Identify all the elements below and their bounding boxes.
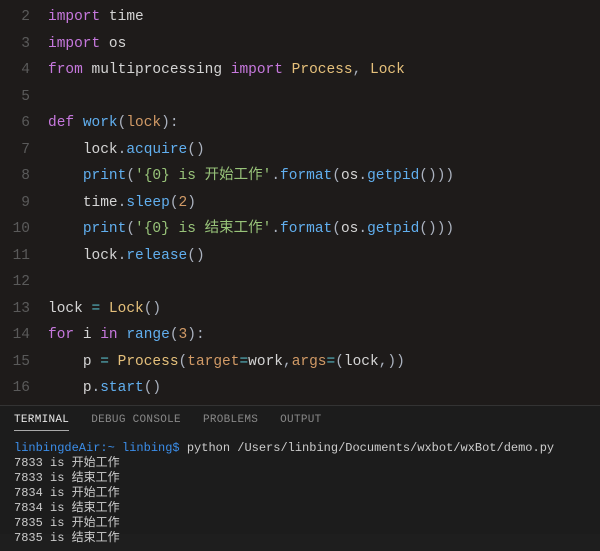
panel-tab-output[interactable]: OUTPUT: [280, 414, 321, 431]
code-line[interactable]: 8 print('{0} is 开始工作'.format(os.getpid()…: [0, 163, 600, 190]
code-content[interactable]: lock.acquire(): [48, 137, 205, 164]
code-content[interactable]: import os: [48, 31, 126, 58]
panel-tab-problems[interactable]: PROBLEMS: [203, 414, 258, 431]
line-number: 4: [0, 57, 48, 84]
code-line[interactable]: 3import os: [0, 31, 600, 58]
terminal-line: 7835 is 结束工作: [14, 531, 586, 546]
panel-tabs: TERMINAL DEBUG CONSOLE PROBLEMS OUTPUT: [0, 406, 600, 437]
prompt-command: python /Users/linbing/Documents/wxbot/wx…: [180, 441, 554, 455]
line-number: 10: [0, 216, 48, 243]
code-line[interactable]: 11 lock.release(): [0, 243, 600, 270]
code-content[interactable]: time.sleep(2): [48, 190, 196, 217]
code-content[interactable]: def work(lock):: [48, 110, 179, 137]
line-number: 12: [0, 269, 48, 296]
terminal-line: 7834 is 开始工作: [14, 486, 586, 501]
code-line[interactable]: 16 p.start(): [0, 375, 600, 402]
code-editor[interactable]: 2import time3import os4from multiprocess…: [0, 0, 600, 405]
line-number: 16: [0, 375, 48, 402]
line-number: 9: [0, 190, 48, 217]
terminal-line: 7835 is 开始工作: [14, 516, 586, 531]
code-line[interactable]: 2import time: [0, 4, 600, 31]
line-number: 14: [0, 322, 48, 349]
code-line[interactable]: 13lock = Lock(): [0, 296, 600, 323]
code-line[interactable]: 14for i in range(3):: [0, 322, 600, 349]
code-content[interactable]: p = Process(target=work,args=(lock,)): [48, 349, 405, 376]
panel-tab-terminal[interactable]: TERMINAL: [14, 414, 69, 431]
code-content[interactable]: lock = Lock(): [48, 296, 161, 323]
code-line[interactable]: 6def work(lock):: [0, 110, 600, 137]
code-line[interactable]: 10 print('{0} is 结束工作'.format(os.getpid(…: [0, 216, 600, 243]
terminal-output[interactable]: linbingdeAir:~ linbing$ python /Users/li…: [0, 437, 600, 550]
line-number: 3: [0, 31, 48, 58]
code-content[interactable]: from multiprocessing import Process, Loc…: [48, 57, 405, 84]
terminal-line: 7833 is 结束工作: [14, 471, 586, 486]
prompt-host: linbingdeAir:~ linbing$: [14, 441, 180, 455]
line-number: 7: [0, 137, 48, 164]
line-number: 13: [0, 296, 48, 323]
bottom-panel: TERMINAL DEBUG CONSOLE PROBLEMS OUTPUT linb…: [0, 405, 600, 534]
code-line[interactable]: 9 time.sleep(2): [0, 190, 600, 217]
line-number: 15: [0, 349, 48, 376]
line-number: 6: [0, 110, 48, 137]
code-content[interactable]: print('{0} is 开始工作'.format(os.getpid())): [48, 163, 454, 190]
panel-tab-debug-console[interactable]: DEBUG CONSOLE: [91, 414, 181, 431]
terminal-line: 7833 is 开始工作: [14, 456, 586, 471]
code-line[interactable]: 4from multiprocessing import Process, Lo…: [0, 57, 600, 84]
code-line[interactable]: 15 p = Process(target=work,args=(lock,)): [0, 349, 600, 376]
code-line[interactable]: 7 lock.acquire(): [0, 137, 600, 164]
terminal-line: 7834 is 结束工作: [14, 501, 586, 516]
code-content[interactable]: p.start(): [48, 375, 161, 402]
code-content[interactable]: print('{0} is 结束工作'.format(os.getpid())): [48, 216, 454, 243]
line-number: 5: [0, 84, 48, 111]
code-content[interactable]: import time: [48, 4, 144, 31]
line-number: 11: [0, 243, 48, 270]
line-number: 2: [0, 4, 48, 31]
line-number: 8: [0, 163, 48, 190]
code-content[interactable]: for i in range(3):: [48, 322, 205, 349]
code-content[interactable]: lock.release(): [48, 243, 205, 270]
code-line[interactable]: 5: [0, 84, 600, 111]
terminal-prompt-line: linbingdeAir:~ linbing$ python /Users/li…: [14, 441, 586, 456]
code-line[interactable]: 12: [0, 269, 600, 296]
